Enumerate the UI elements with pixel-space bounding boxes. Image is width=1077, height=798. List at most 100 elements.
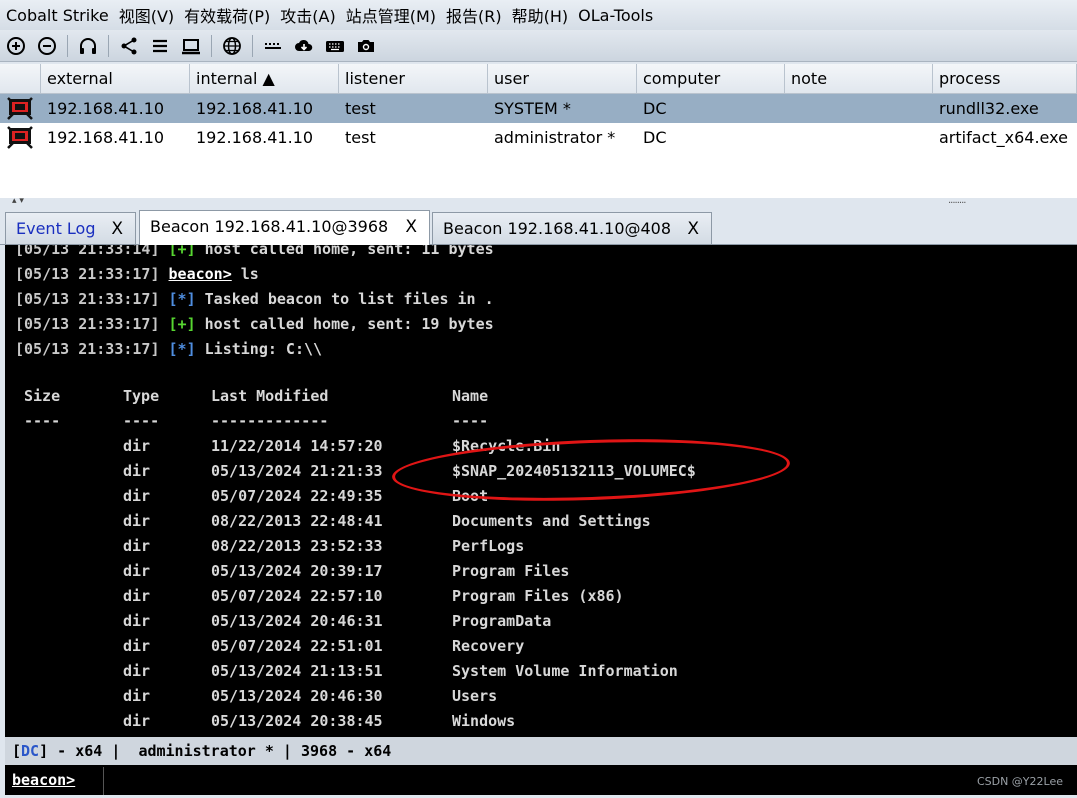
sessions-table: external internal ▲ listener user comput… [0, 64, 1077, 199]
list-icon[interactable] [149, 35, 171, 57]
app-menu[interactable]: Cobalt Strike [0, 6, 113, 25]
tab-beacon-3968[interactable]: Beacon 192.168.41.10@3968 X [139, 210, 430, 245]
file-modified: 05/13/2024 20:38:45 [211, 712, 383, 730]
tab-beacon-408[interactable]: Beacon 192.168.41.10@408 X [432, 212, 712, 244]
menu-item[interactable]: OLa-Tools [572, 6, 657, 25]
menu-item[interactable]: 攻击(A) [274, 3, 339, 27]
minus-circle-icon[interactable] [36, 35, 58, 57]
file-type: dir [123, 712, 151, 730]
beacon-session-icon [0, 94, 41, 123]
status-pid-arch: x64 [364, 742, 392, 760]
close-icon[interactable]: X [111, 213, 123, 245]
file-type: dir [123, 562, 151, 580]
cell-process: rundll32.exe [939, 99, 1039, 118]
column-header-note[interactable]: note [785, 64, 933, 93]
menu-item[interactable]: 站点管理(M) [340, 3, 440, 27]
file-modified: 05/13/2024 20:39:17 [211, 562, 383, 580]
tab-label: Event Log [16, 219, 96, 238]
tab-label: Beacon 192.168.41.10@408 [443, 219, 672, 238]
menu-item[interactable]: 视图(V) [113, 3, 178, 27]
command-input[interactable] [103, 767, 1077, 795]
dots-bar-icon[interactable] [262, 35, 284, 57]
monitor-icon[interactable] [180, 35, 202, 57]
collapse-arrows-icon[interactable]: ▴ ▾ [12, 196, 24, 206]
menu-item[interactable]: 帮助(H) [506, 3, 573, 27]
listing-header-modified: Last Modified [211, 387, 329, 405]
cell-internal: 192.168.41.10 [196, 99, 314, 118]
toolbar [0, 30, 1077, 62]
menu-item[interactable]: 报告(R) [440, 3, 506, 27]
menu-bar: Cobalt Strike 视图(V) 有效载荷(P) 攻击(A) 站点管理(M) 报告(… [0, 0, 1077, 30]
file-type: dir [123, 687, 151, 705]
cell-note [785, 123, 933, 152]
console-line: [05/13 21:33:17] [*] Tasked beacon to li… [15, 287, 494, 312]
status-tag: [+] [168, 245, 196, 258]
cell-external: 192.168.41.10 [47, 128, 165, 147]
file-name: PerfLogs [452, 537, 525, 555]
table-row[interactable]: 192.168.41.10 192.168.41.10 test SYSTEM … [0, 94, 1077, 123]
console-text: Tasked beacon to list files in . [204, 290, 494, 308]
prompt-label: beacon> [12, 771, 76, 789]
console-text: ls [240, 265, 259, 283]
file-modified: 05/13/2024 20:46:31 [211, 612, 383, 630]
toolbar-separator [108, 34, 109, 57]
column-header-internal[interactable]: internal ▲ [190, 64, 339, 93]
cloud-download-icon[interactable] [293, 35, 315, 57]
console-line: [05/13 21:33:17] [+] host called home, s… [15, 312, 494, 337]
toolbar-separator [67, 34, 68, 57]
split-pane-divider[interactable]: ▴ ▾ ········ [0, 196, 1077, 210]
watermark: CSDN @Y22Lee [976, 775, 1063, 788]
close-icon[interactable]: X [405, 211, 417, 243]
file-modified: 11/22/2014 14:57:20 [211, 437, 383, 455]
status-host: DC [21, 742, 40, 760]
file-type: dir [123, 587, 151, 605]
console-text: host called home, sent: 11 bytes [204, 245, 494, 258]
cell-listener: test [345, 99, 376, 118]
menu-item[interactable]: 有效载荷(P) [178, 3, 274, 27]
status-arch: x64 [75, 742, 103, 760]
cell-user: administrator * [494, 128, 616, 147]
share-icon[interactable] [118, 35, 140, 57]
drag-grip-icon[interactable]: ········ [948, 198, 966, 209]
console-text: host called home, sent: 19 bytes [204, 315, 494, 333]
tab-label: Beacon 192.168.41.10@3968 [150, 217, 389, 236]
beacon-console-output[interactable]: [05/13 21:33:14] [+] host called home, s… [5, 245, 1077, 737]
keyboard-icon[interactable] [324, 35, 346, 57]
table-row[interactable]: 192.168.41.10 192.168.41.10 test adminis… [0, 123, 1077, 152]
camera-icon[interactable] [355, 35, 377, 57]
file-name: Windows [452, 712, 516, 730]
toolbar-separator [211, 34, 212, 57]
file-type: dir [123, 462, 151, 480]
tab-event-log[interactable]: Event Log X [5, 212, 136, 244]
column-header-listener[interactable]: listener [339, 64, 488, 93]
cell-listener: test [345, 128, 376, 147]
close-icon[interactable]: X [687, 213, 699, 245]
globe-icon[interactable] [221, 35, 243, 57]
column-header-external[interactable]: external [41, 64, 190, 93]
file-name: Program Files [452, 562, 570, 580]
command-input-bar: beacon> [5, 765, 1077, 795]
column-header-computer[interactable]: computer [637, 64, 785, 93]
column-header-icon[interactable] [0, 64, 41, 93]
listing-header-name: Name [452, 387, 489, 405]
cell-process: artifact_x64.exe [939, 128, 1068, 147]
file-type: dir [123, 512, 151, 530]
timestamp: [05/13 21:33:17] [15, 340, 160, 358]
file-type: dir [123, 437, 151, 455]
file-modified: 08/22/2013 22:48:41 [211, 512, 383, 530]
beacon-session-icon [0, 123, 41, 152]
column-header-process[interactable]: process [933, 64, 1077, 93]
listing-divider: ---- [24, 412, 61, 430]
column-header-user[interactable]: user [488, 64, 637, 93]
headphones-icon[interactable] [77, 35, 99, 57]
cell-internal: 192.168.41.10 [196, 128, 314, 147]
timestamp: [05/13 21:33:17] [15, 315, 160, 333]
plus-circle-icon[interactable] [5, 35, 27, 57]
console-text: Listing: C:\\ [204, 340, 323, 358]
timestamp: [05/13 21:33:17] [15, 290, 160, 308]
file-type: dir [123, 612, 151, 630]
file-type: dir [123, 487, 151, 505]
status-user: administrator * [138, 742, 274, 760]
prompt-label: beacon> [168, 265, 232, 283]
toolbar-separator [252, 34, 253, 57]
